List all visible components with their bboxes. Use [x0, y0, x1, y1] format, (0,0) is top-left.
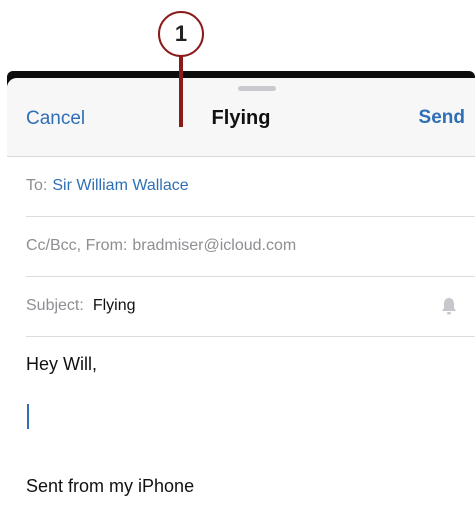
callout-number: 1 [174, 21, 188, 46]
bell-icon[interactable] [439, 296, 459, 316]
compose-sheet: Cancel Flying Send To: Sir William Walla… [7, 78, 475, 517]
from-address[interactable]: bradmiser@icloud.com [132, 237, 296, 255]
cc-bcc-from-label: Cc/Bcc, From: [26, 237, 128, 254]
to-recipient[interactable]: Sir William Wallace [52, 177, 188, 195]
subject-label: Subject: [26, 297, 84, 314]
compose-nav-bar: Cancel Flying Send [7, 78, 475, 157]
subject-field[interactable]: Subject: Flying [26, 276, 475, 337]
send-button[interactable]: Send [419, 107, 465, 129]
subject-value[interactable]: Flying [93, 297, 136, 315]
compose-title: Flying [211, 107, 271, 129]
message-signature[interactable]: Sent from my iPhone [26, 476, 194, 497]
cc-bcc-from-field[interactable]: Cc/Bcc, From: bradmiser@icloud.com [26, 216, 475, 277]
callout-badge: 1 [158, 11, 204, 57]
to-label: To: [26, 177, 48, 194]
callout-pointer-line [179, 56, 183, 127]
to-field[interactable]: To: Sir William Wallace [26, 156, 475, 217]
sheet-grabber-handle[interactable] [238, 86, 276, 91]
text-insertion-cursor [27, 404, 29, 429]
message-body-greeting[interactable]: Hey Will, [26, 354, 97, 375]
